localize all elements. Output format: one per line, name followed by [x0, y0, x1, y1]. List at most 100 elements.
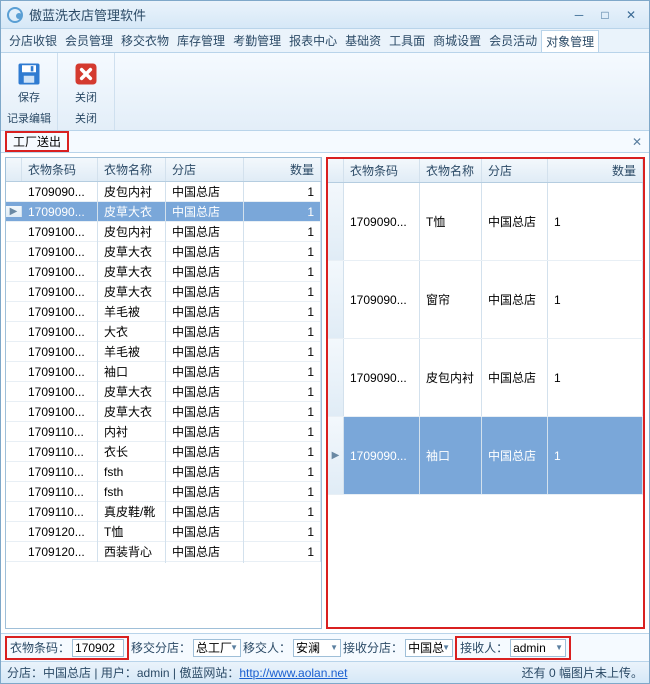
cell-code: 1709110... — [22, 422, 98, 442]
table-row[interactable]: ▶1709090...袖口中国总店1 — [328, 417, 643, 495]
cell-qty: 1 — [548, 339, 643, 416]
col-header[interactable]: 分店 — [482, 159, 548, 182]
col-header[interactable]: 数量 — [548, 159, 643, 182]
cell-qty: 1 — [244, 302, 321, 322]
table-row[interactable]: 1709110...真皮鞋/靴中国总店1 — [6, 502, 321, 522]
table-row[interactable]: 1709100...皮包内衬中国总店1 — [6, 222, 321, 242]
close-window-button[interactable]: ✕ — [619, 6, 643, 24]
chevron-down-icon: ▼ — [442, 643, 450, 652]
menu-item[interactable]: 商城设置 — [429, 29, 485, 52]
table-row[interactable]: 1709100...袖口中国总店1 — [6, 362, 321, 382]
table-row[interactable]: 1709100...皮草大衣中国总店1 — [6, 282, 321, 302]
table-row[interactable]: 1709090...皮包内衬中国总店1 — [328, 339, 643, 417]
menu-item[interactable]: 工具面 — [385, 29, 429, 52]
cell-qty: 1 — [244, 382, 321, 402]
menu-item[interactable]: 报表中心 — [285, 29, 341, 52]
status-user-value: admin — [137, 666, 170, 680]
cell-name: fsth — [98, 462, 166, 482]
col-header[interactable]: 数量 — [244, 158, 321, 181]
cell-qty: 1 — [548, 261, 643, 338]
save-icon — [13, 59, 45, 89]
cell-qty: 1 — [244, 522, 321, 542]
cell-shop: 中国总店 — [482, 339, 548, 416]
right-pane: 衣物条码衣物名称分店数量1709090...T恤中国总店11709090...窗… — [326, 157, 645, 629]
ribbon-group-close-label: 关闭 — [75, 109, 97, 128]
table-row[interactable]: 1709120...T恤中国总店1 — [6, 522, 321, 542]
window-title: 傲蓝洗衣店管理软件 — [29, 5, 565, 24]
table-row[interactable]: 1709120...西装背心中国总店1 — [6, 542, 321, 562]
table-row[interactable]: 1709090...皮包内衬中国总店1 — [6, 182, 321, 202]
table-row[interactable]: 1709100...大衣中国总店1 — [6, 322, 321, 342]
table-row[interactable]: 1709100...羊毛被中国总店1 — [6, 342, 321, 362]
table-row[interactable]: 1709110...内衬中国总店1 — [6, 422, 321, 442]
table-row[interactable]: 1709110...fsth中国总店1 — [6, 482, 321, 502]
cell-qty: 1 — [244, 402, 321, 422]
menubar: 分店收银会员管理移交衣物库存管理考勤管理报表中心基础资工具面商城设置会员活动对象… — [1, 29, 649, 53]
app-logo-icon — [7, 7, 23, 23]
table-row[interactable]: 1709100...皮草大衣中国总店1 — [6, 382, 321, 402]
cell-qty: 1 — [244, 462, 321, 482]
col-header[interactable]: 衣物条码 — [22, 158, 98, 181]
maximize-button[interactable]: □ — [593, 6, 617, 24]
table-row[interactable]: ▶1709090...皮草大衣中国总店1 — [6, 202, 321, 222]
close-button[interactable]: 关闭 — [62, 58, 110, 106]
minimize-button[interactable]: ─ — [567, 6, 591, 24]
transfer-person-label: 移交人： — [243, 639, 291, 656]
receiver-label: 接收人： — [460, 639, 508, 656]
page-close-button[interactable]: ✕ — [629, 134, 645, 150]
cell-qty: 1 — [244, 262, 321, 282]
table-row[interactable]: 1709100...皮草大衣中国总店1 — [6, 262, 321, 282]
menu-item[interactable]: 会员活动 — [485, 29, 541, 52]
menu-item[interactable]: 考勤管理 — [229, 29, 285, 52]
cell-qty: 1 — [244, 282, 321, 302]
status-user-label: 用户： — [101, 664, 137, 681]
cell-code: 1709090... — [344, 261, 420, 338]
table-row[interactable]: 1709090...T恤中国总店1 — [328, 183, 643, 261]
cell-code: 1709100... — [22, 382, 98, 402]
menu-item[interactable]: 库存管理 — [173, 29, 229, 52]
receive-shop-label: 接收分店： — [343, 639, 403, 656]
table-row[interactable]: 1709100...皮草大衣中国总店1 — [6, 402, 321, 422]
left-grid[interactable]: 衣物条码衣物名称分店数量1709090...皮包内衬中国总店1▶1709090.… — [6, 158, 321, 628]
cell-shop: 中国总店 — [166, 540, 244, 563]
cell-code: 1709110... — [22, 482, 98, 502]
transfer-person-select[interactable]: 安澜▼ — [293, 639, 341, 657]
bottom-bar: 衣物条码： 移交分店： 总工厂▼ 移交人： 安澜▼ 接收分店： 中国总▼ 接收人… — [1, 633, 649, 661]
status-site-link[interactable]: http://www.aolan.net — [239, 666, 347, 680]
table-row[interactable]: 1709110...衣长中国总店1 — [6, 442, 321, 462]
col-header[interactable]: 分店 — [166, 158, 244, 181]
cell-code: 1709100... — [22, 262, 98, 282]
cell-code: 1709110... — [22, 442, 98, 462]
barcode-input[interactable] — [72, 639, 124, 657]
cell-qty: 1 — [244, 242, 321, 262]
col-header[interactable]: 衣物名称 — [420, 159, 482, 182]
chevron-down-icon: ▼ — [230, 643, 238, 652]
menu-item[interactable]: 基础资 — [341, 29, 385, 52]
cell-qty: 1 — [244, 502, 321, 522]
table-row[interactable]: 1709090...窗帘中国总店1 — [328, 261, 643, 339]
cell-name: 西装背心 — [98, 540, 166, 563]
menu-item[interactable]: 会员管理 — [61, 29, 117, 52]
menu-item[interactable]: 分店收银 — [5, 29, 61, 52]
cell-name: 窗帘 — [420, 261, 482, 338]
cell-name: fsth — [98, 482, 166, 502]
table-row[interactable]: 1709110...fsth中国总店1 — [6, 462, 321, 482]
table-row[interactable]: 1709100...羊毛被中国总店1 — [6, 302, 321, 322]
receiver-select[interactable]: admin▼ — [510, 639, 566, 657]
table-row[interactable]: 1709100...皮草大衣中国总店1 — [6, 242, 321, 262]
status-site-label: 傲蓝网站： — [179, 664, 239, 681]
status-right-text: 还有 0 幅图片未上传。 — [522, 664, 643, 681]
col-header[interactable]: 衣物名称 — [98, 158, 166, 181]
chevron-down-icon: ▼ — [330, 643, 338, 652]
right-grid[interactable]: 衣物条码衣物名称分店数量1709090...T恤中国总店11709090...窗… — [328, 159, 643, 627]
menu-item[interactable]: 对象管理 — [541, 30, 599, 52]
col-header[interactable]: 衣物条码 — [344, 159, 420, 182]
save-button[interactable]: 保存 — [5, 58, 53, 106]
receive-shop-select[interactable]: 中国总▼ — [405, 639, 453, 657]
transfer-shop-select[interactable]: 总工厂▼ — [193, 639, 241, 657]
titlebar: 傲蓝洗衣店管理软件 ─ □ ✕ — [1, 1, 649, 29]
cell-shop: 中国总店 — [482, 183, 548, 260]
ribbon-group-close: 关闭 关闭 — [58, 53, 115, 130]
ribbon-group-edit-label: 记录编辑 — [7, 109, 51, 128]
menu-item[interactable]: 移交衣物 — [117, 29, 173, 52]
